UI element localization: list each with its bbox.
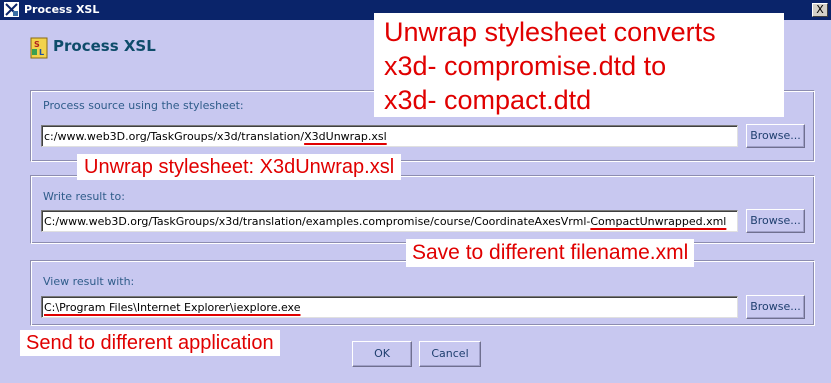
result-path-filename: CompactUnwrapped.xml xyxy=(590,215,727,228)
close-button[interactable]: X xyxy=(812,3,828,17)
main-annotation: Unwrap stylesheet converts x3d- compromi… xyxy=(374,13,784,117)
browse-stylesheet-button[interactable]: Browse... xyxy=(746,124,805,148)
close-icon: X xyxy=(816,3,824,16)
main-annotation-line1: Unwrap stylesheet converts xyxy=(384,17,716,47)
xsl-document-icon: S L xyxy=(30,37,48,59)
viewer-path-value: C:\Program Files\Internet Explorer\iexpl… xyxy=(44,301,301,314)
result-path-prefix: C:/www.web3D.org/TaskGroups/x3d/translat… xyxy=(44,215,591,228)
viewer-path-input[interactable]: C:\Program Files\Internet Explorer\iexpl… xyxy=(41,296,738,318)
stylesheet-path-filename: X3dUnwrap.xsl xyxy=(304,130,387,143)
stylesheet-path-prefix: c:/www.web3D.org/TaskGroups/x3d/translat… xyxy=(44,130,305,143)
main-annotation-line2: x3d- compromise.dtd to xyxy=(384,51,667,81)
application-annotation: Send to different application xyxy=(20,330,280,356)
view-label: View result with: xyxy=(43,275,135,288)
browse-viewer-button[interactable]: Browse... xyxy=(746,295,805,319)
stylesheet-path-input[interactable]: c:/www.web3D.org/TaskGroups/x3d/translat… xyxy=(41,125,738,147)
filename-annotation: Save to different filename.xml xyxy=(406,239,695,267)
app-icon xyxy=(4,2,19,17)
process-xsl-dialog: Process XSL X S L Process XSL Process so… xyxy=(0,0,831,383)
result-path-input[interactable]: C:/www.web3D.org/TaskGroups/x3d/translat… xyxy=(41,210,738,232)
stylesheet-annotation: Unwrap stylesheet: X3dUnwrap.xsl xyxy=(77,154,402,180)
result-label: Write result to: xyxy=(43,190,125,203)
browse-result-button[interactable]: Browse... xyxy=(746,209,805,233)
cancel-button[interactable]: Cancel xyxy=(419,341,481,367)
page-title: Process XSL xyxy=(53,37,156,55)
svg-text:L: L xyxy=(39,48,44,57)
window-title: Process XSL xyxy=(24,3,100,16)
source-label: Process source using the stylesheet: xyxy=(43,99,244,112)
ok-button[interactable]: OK xyxy=(352,341,412,367)
main-annotation-line3: x3d- compact.dtd xyxy=(384,85,592,115)
